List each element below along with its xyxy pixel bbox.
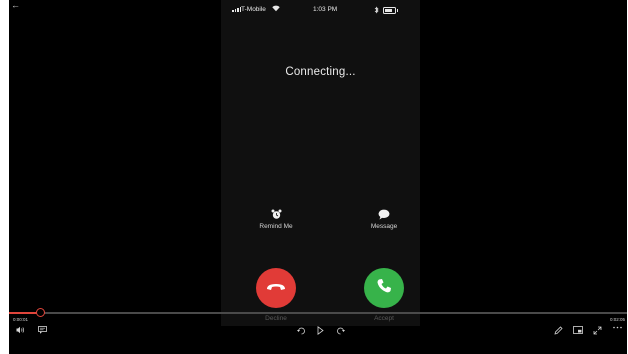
phone-screen: T-Mobile 1:03 PM Connecting... Remind Me bbox=[221, 0, 420, 326]
decline-call-button[interactable] bbox=[256, 268, 296, 308]
remind-me-label: Remind Me bbox=[259, 223, 293, 230]
status-bar: T-Mobile 1:03 PM bbox=[221, 5, 420, 17]
miniplayer-icon[interactable] bbox=[573, 326, 583, 334]
back-arrow-icon[interactable]: ← bbox=[11, 1, 20, 10]
hang-up-phone-icon bbox=[266, 279, 286, 297]
message-label: Message bbox=[370, 223, 398, 230]
captions-icon[interactable] bbox=[38, 326, 47, 334]
skip-back-icon[interactable] bbox=[297, 326, 306, 335]
more-icon[interactable] bbox=[613, 326, 622, 329]
remind-me-button[interactable]: Remind Me bbox=[246, 209, 306, 230]
seek-bar[interactable] bbox=[9, 308, 627, 317]
phone-handset-icon bbox=[376, 278, 392, 299]
decline-label: Decline bbox=[265, 315, 287, 322]
total-time: 0:02:05 bbox=[609, 317, 625, 322]
volume-icon[interactable] bbox=[16, 326, 25, 334]
edit-pen-icon[interactable] bbox=[554, 326, 563, 335]
carrier-name: T-Mobile bbox=[241, 6, 266, 13]
current-time: 0:00:01 bbox=[13, 317, 29, 322]
call-status-text: Connecting... bbox=[285, 66, 356, 78]
signal-strength-icon bbox=[232, 7, 241, 12]
status-time: 1:03 PM bbox=[313, 6, 338, 13]
video-player: ← T-Mobile 1:03 PM Connecting... Remind … bbox=[9, 0, 627, 354]
wifi-icon bbox=[272, 5, 280, 14]
play-icon[interactable] bbox=[317, 326, 324, 335]
message-button[interactable]: Message bbox=[354, 209, 414, 230]
message-bubble-icon bbox=[354, 209, 414, 220]
accept-label: Accept bbox=[374, 315, 394, 322]
alarm-clock-icon bbox=[246, 209, 306, 220]
battery-icon bbox=[383, 7, 398, 14]
accept-call-button[interactable] bbox=[364, 268, 404, 308]
skip-forward-icon[interactable] bbox=[336, 326, 345, 335]
bluetooth-icon bbox=[374, 6, 379, 16]
seek-thumb[interactable] bbox=[35, 308, 45, 317]
fullscreen-icon[interactable] bbox=[593, 326, 602, 335]
